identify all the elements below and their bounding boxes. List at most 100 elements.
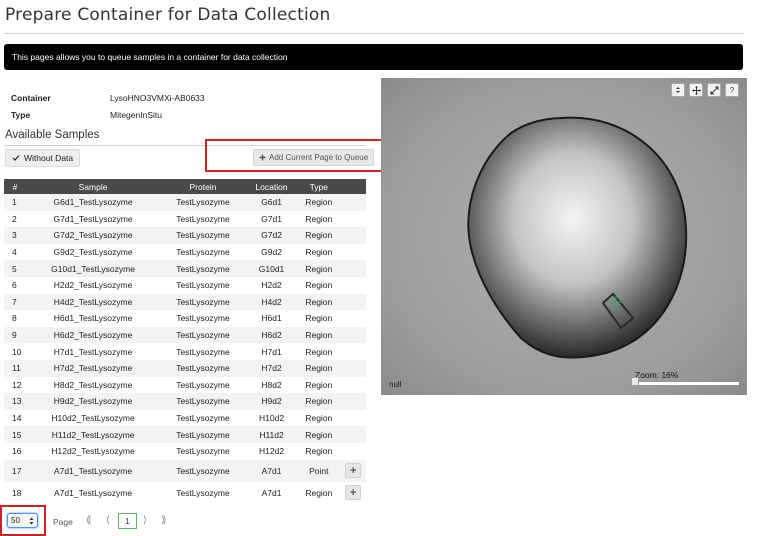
sample-image-viewer[interactable]: ? null Zoom: 16% [381, 78, 747, 395]
current-page-button[interactable]: 1 [118, 513, 137, 529]
cell-protein: TestLysozyme [160, 409, 246, 427]
cell-sample: A7d1_TestLysozyme [26, 459, 161, 482]
table-row[interactable]: 9 H6d2_TestLysozyme TestLysozyme H6d2 Region [4, 326, 366, 344]
add-to-queue-button[interactable]: + [345, 463, 362, 478]
table-row[interactable]: 3 G7d2_TestLysozyme TestLysozyme G7d2 Region [4, 227, 366, 244]
cell-action [340, 260, 366, 277]
prev-page-icon[interactable]: ⟨ [106, 515, 110, 526]
table-row[interactable]: 7 H4d2_TestLysozyme TestLysozyme H4d2 Region [4, 293, 366, 311]
table-row[interactable]: 17 A7d1_TestLysozyme TestLysozyme A7d1 Point… [4, 459, 366, 482]
cell-num: 3 [4, 227, 26, 244]
cell-protein: TestLysozyme [160, 310, 246, 327]
cell-action [340, 326, 366, 344]
table-row[interactable]: 1 G6d1_TestLysozyme TestLysozyme G6d1 Region [4, 194, 366, 211]
column-header-type[interactable]: Type [297, 179, 341, 194]
next-page-icon[interactable]: ⟩ [143, 515, 147, 526]
cell-sample: H2d2_TestLysozyme [26, 276, 161, 294]
cell-action [340, 442, 366, 460]
cell-num: 2 [4, 210, 26, 228]
cell-protein: TestLysozyme [160, 260, 246, 277]
cell-protein: TestLysozyme [160, 442, 246, 460]
cell-protein: TestLysozyme [160, 343, 246, 360]
cell-action [340, 376, 366, 394]
highlight-box-add-queue [205, 139, 393, 172]
table-row[interactable]: 13 H9d2_TestLysozyme TestLysozyme H9d2 Regio… [4, 393, 366, 410]
cell-action [340, 426, 366, 443]
pager-label: Page [53, 517, 73, 527]
type-label: Type [11, 109, 31, 120]
column-header-action [340, 179, 366, 194]
container-info: Container LysoHNO3VMXi-AB0633 Type Miteg… [11, 89, 205, 123]
container-row: Container LysoHNO3VMXi-AB0633 [11, 89, 205, 106]
cell-protein: TestLysozyme [160, 194, 246, 211]
cell-location: H6d1 [245, 310, 298, 327]
cell-sample: H6d2_TestLysozyme [26, 326, 161, 344]
table-row[interactable]: 15 H11d2_TestLysozyme TestLysozyme H11d2 Reg… [4, 426, 366, 443]
cell-sample: G10d1_TestLysozyme [26, 260, 161, 277]
cell-protein: TestLysozyme [160, 481, 246, 504]
add-to-queue-button[interactable]: + [345, 485, 362, 500]
cell-location: H7d1 [245, 343, 298, 360]
cell-num: 9 [4, 326, 26, 344]
cell-num: 10 [4, 343, 26, 360]
table-header-row: # Sample Protein Location Type [4, 179, 366, 194]
column-header-num[interactable]: # [4, 179, 26, 194]
cell-type: Region [297, 426, 341, 443]
table-row[interactable]: 4 G9d2_TestLysozyme TestLysozyme G9d2 Region [4, 243, 366, 261]
table-row[interactable]: 5 G10d1_TestLysozyme TestLysozyme G10d1 Regi… [4, 260, 366, 277]
select-arrows-icon[interactable] [671, 83, 685, 97]
cell-type: Region [297, 293, 341, 311]
zoom-slider-track[interactable] [635, 382, 739, 385]
column-header-sample[interactable]: Sample [26, 179, 161, 194]
samples-table: # Sample Protein Location Type 1 G6d1_Tes… [4, 179, 366, 504]
help-icon[interactable]: ? [725, 83, 739, 97]
cell-protein: TestLysozyme [160, 393, 246, 410]
crystal-drop-image [467, 116, 688, 359]
cell-protein: TestLysozyme [160, 459, 246, 482]
cell-sample: G7d1_TestLysozyme [26, 210, 161, 228]
cell-action: + [340, 481, 366, 504]
cell-sample: H12d2_TestLysozyme [26, 442, 161, 460]
cell-action [340, 194, 366, 211]
cell-type: Region [297, 376, 341, 394]
table-row[interactable]: 11 H7d2_TestLysozyme TestLysozyme H7d2 Regio… [4, 359, 366, 377]
fullscreen-icon[interactable] [707, 83, 721, 97]
type-value: MitegenInSitu [110, 109, 162, 120]
table-row[interactable]: 12 H8d2_TestLysozyme TestLysozyme H8d2 Regio… [4, 376, 366, 394]
cell-location: H4d2 [245, 293, 298, 311]
table-row[interactable]: 16 H12d2_TestLysozyme TestLysozyme H12d2 Reg… [4, 442, 366, 460]
cell-protein: TestLysozyme [160, 426, 246, 443]
cell-num: 18 [4, 481, 26, 504]
cell-type: Region [297, 260, 341, 277]
cell-protein: TestLysozyme [160, 210, 246, 228]
zoom-label: Zoom: 16% [635, 370, 679, 380]
type-row: Type MitegenInSitu [11, 106, 205, 123]
zoom-slider-handle[interactable] [631, 377, 639, 386]
cell-num: 15 [4, 426, 26, 443]
cell-location: G10d1 [245, 260, 298, 277]
table-row[interactable]: 10 H7d1_TestLysozyme TestLysozyme H7d1 Regio… [4, 343, 366, 360]
move-icon[interactable] [689, 83, 703, 97]
cell-protein: TestLysozyme [160, 227, 246, 244]
last-page-icon[interactable]: ⟫ [161, 515, 167, 526]
column-header-location[interactable]: Location [245, 179, 298, 194]
cell-sample: H7d1_TestLysozyme [26, 343, 161, 360]
cell-sample: G7d2_TestLysozyme [26, 227, 161, 244]
cell-num: 1 [4, 194, 26, 211]
table-row[interactable]: 18 A7d1_TestLysozyme TestLysozyme A7d1 Regio… [4, 481, 366, 504]
cell-type: Region [297, 210, 341, 228]
cell-action [340, 393, 366, 410]
table-row[interactable]: 8 H6d1_TestLysozyme TestLysozyme H6d1 Region [4, 310, 366, 327]
first-page-icon[interactable]: ⟪ [86, 515, 92, 526]
viewer-toolbar: ? [671, 83, 739, 97]
table-row[interactable]: 6 H2d2_TestLysozyme TestLysozyme H2d2 Region [4, 276, 366, 294]
cell-protein: TestLysozyme [160, 326, 246, 344]
cell-location: H6d2 [245, 326, 298, 344]
without-data-toggle[interactable]: Without Data [5, 149, 81, 167]
table-row[interactable]: 14 H10d2_TestLysozyme TestLysozyme H10d2 Reg… [4, 409, 366, 427]
column-header-protein[interactable]: Protein [160, 179, 246, 194]
cell-protein: TestLysozyme [160, 243, 246, 261]
table-row[interactable]: 2 G7d1_TestLysozyme TestLysozyme G7d1 Region [4, 210, 366, 228]
cell-action [340, 276, 366, 294]
title-divider [4, 33, 744, 34]
